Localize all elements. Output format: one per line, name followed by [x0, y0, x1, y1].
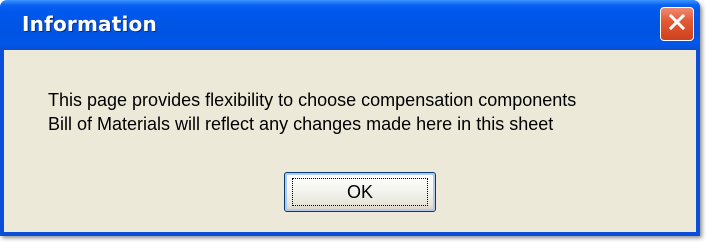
dialog-title: Information — [22, 12, 157, 36]
message-line-1: This page provides flexibility to choose… — [48, 90, 577, 110]
dialog-body: This page provides flexibility to choose… — [4, 50, 696, 232]
title-bar[interactable]: Information — [0, 0, 700, 50]
ok-button-label: OK — [291, 178, 428, 206]
message-line-2: Bill of Materials will reflect any chang… — [48, 114, 554, 134]
information-dialog: Information This page provides flexibili… — [0, 0, 700, 236]
message-text: This page provides flexibility to choose… — [48, 88, 576, 136]
close-button[interactable] — [660, 7, 694, 41]
close-icon — [668, 13, 686, 36]
ok-button[interactable]: OK — [284, 172, 436, 212]
